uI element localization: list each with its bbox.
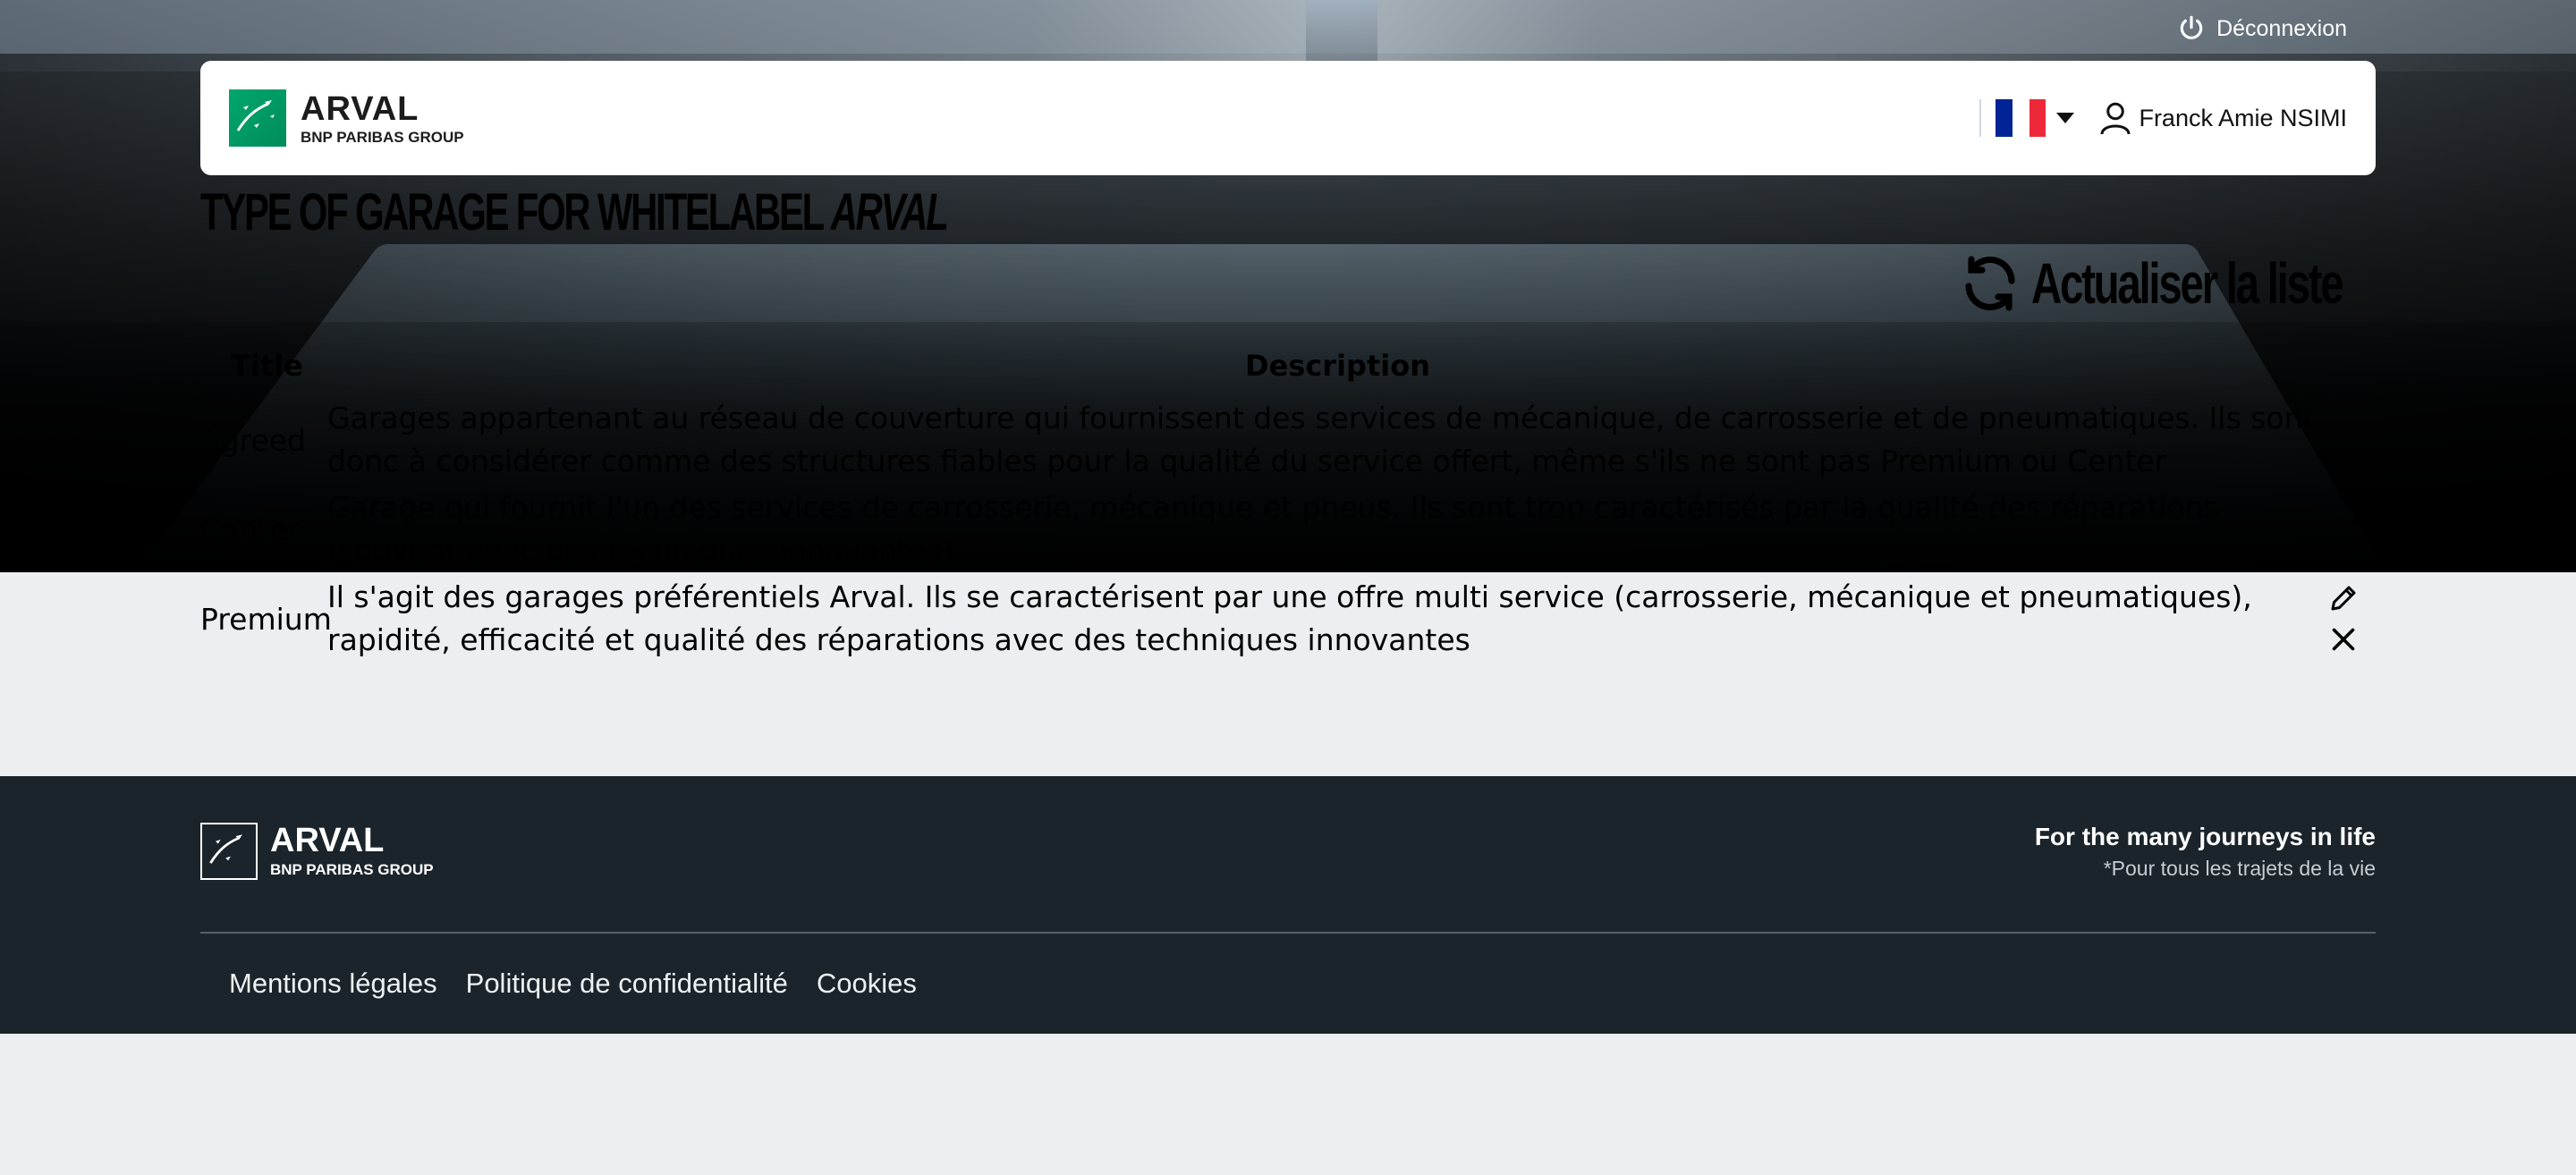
delete-close-icon[interactable] bbox=[2327, 623, 2360, 655]
table-row: Agreed Garages appartenant au réseau de … bbox=[200, 395, 2376, 485]
france-flag-icon bbox=[1996, 99, 2046, 137]
table-row: Premium Il s'agit des garages préférenti… bbox=[200, 574, 2376, 664]
footer-logo-name: ARVAL bbox=[270, 822, 385, 859]
arval-mark-icon bbox=[200, 823, 258, 880]
refresh-list-button[interactable]: Actualiser la liste bbox=[1958, 250, 2361, 317]
page-title: TYPE OF GARAGE FOR WHITELABEL ARVAL bbox=[200, 182, 949, 242]
link-politique-confidentialite[interactable]: Politique de confidentialité bbox=[466, 968, 788, 1000]
footer-arval-logo[interactable]: ARVAL BNP PARIBAS GROUP bbox=[200, 823, 434, 880]
link-mentions-legales[interactable]: Mentions légales bbox=[229, 968, 437, 1000]
page-title-main: TYPE OF GARAGE FOR WHITELABEL bbox=[200, 183, 831, 241]
refresh-icon bbox=[1964, 256, 2015, 311]
footer: ARVAL BNP PARIBAS GROUP For the many jou… bbox=[0, 776, 2576, 1034]
logo-name: ARVAL bbox=[301, 89, 419, 128]
footer-divider bbox=[200, 932, 2376, 934]
footer-logo-group: BNP PARIBAS GROUP bbox=[270, 861, 434, 878]
column-header-description: Description bbox=[1245, 349, 1430, 383]
row-title: Center bbox=[200, 511, 301, 547]
user-menu[interactable]: Franck Amie NSIMI bbox=[2099, 100, 2347, 136]
footer-links: Mentions légales Politique de confidenti… bbox=[229, 968, 917, 1000]
footer-tagline: For the many journeys in life *Pour tous… bbox=[2035, 823, 2376, 881]
arval-logo[interactable]: ARVAL BNP PARIBAS GROUP bbox=[229, 89, 464, 147]
refresh-label: Actualiser la liste bbox=[2030, 251, 2344, 316]
tagline-sub: *Pour tous les trajets de la vie bbox=[2103, 857, 2376, 880]
row-title: Agreed bbox=[200, 422, 306, 458]
table-row: Center Garage qui fournit l'un des servi… bbox=[200, 485, 2376, 574]
column-header-title: Title bbox=[231, 349, 303, 383]
logout-label: Déconnexion bbox=[2216, 15, 2347, 41]
row-description: Garages appartenant au réseau de couvert… bbox=[327, 401, 2315, 478]
edit-pencil-icon[interactable] bbox=[2327, 582, 2360, 614]
logo-group: BNP PARIBAS GROUP bbox=[301, 128, 464, 146]
chevron-down-icon bbox=[2056, 113, 2075, 123]
user-icon bbox=[2100, 102, 2131, 135]
tagline-main: For the many journeys in life bbox=[2034, 823, 2376, 850]
power-icon bbox=[2180, 15, 2203, 39]
row-title: Premium bbox=[200, 601, 332, 637]
top-header: ARVAL BNP PARIBAS GROUP Franck Amie NSIM… bbox=[200, 61, 2376, 175]
language-selector[interactable] bbox=[1979, 99, 2075, 137]
row-description: Garage qui fournit l'un des services de … bbox=[327, 490, 2219, 568]
arval-mark-icon bbox=[229, 89, 286, 147]
logout-button[interactable]: Déconnexion bbox=[2177, 14, 2347, 43]
link-cookies[interactable]: Cookies bbox=[817, 968, 917, 1000]
user-name: Franck Amie NSIMI bbox=[2139, 104, 2347, 131]
page-title-brand: ARVAL bbox=[830, 183, 949, 241]
row-description: Il s'agit des garages préférentiels Arva… bbox=[327, 579, 2252, 657]
